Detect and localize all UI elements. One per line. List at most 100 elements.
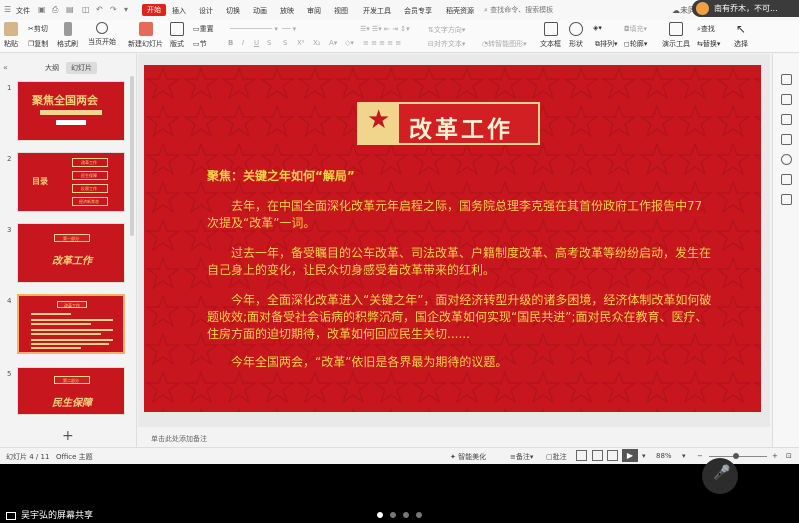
text-direction-button[interactable]: ⇅文字方向▾	[428, 25, 465, 35]
tab-transition[interactable]: 切换	[226, 6, 240, 16]
underline-icon[interactable]: U	[254, 39, 259, 47]
mute-microphone-button[interactable]: 🎤	[702, 458, 738, 494]
fill-button[interactable]: ◈▾	[593, 24, 602, 32]
slide-thumbnail-5[interactable]: 第二部分 民生保障	[17, 367, 125, 415]
comments-toggle[interactable]: ▢批注	[546, 452, 567, 462]
slide-paragraph-4[interactable]: 今年全国两会，“改革”依旧是各界最为期待的议题。	[207, 354, 712, 371]
print-icon[interactable]: ▤	[66, 5, 74, 14]
slide-title-box[interactable]: ★ 改革工作	[357, 102, 540, 145]
zoom-dropdown-icon[interactable]: ▾	[682, 452, 686, 460]
save-icon[interactable]: ▣	[38, 5, 46, 14]
smart-beautify-button[interactable]: ✦ 智能美化	[450, 452, 486, 462]
preview-icon[interactable]: ◫	[82, 5, 90, 14]
animation-tool-icon[interactable]	[781, 134, 792, 145]
export-icon[interactable]: ⎙	[52, 5, 58, 15]
zoom-slider-handle[interactable]	[733, 453, 739, 459]
tab-insert[interactable]: 插入	[172, 6, 186, 16]
align-text-button[interactable]: ⊟对齐文本▾	[428, 39, 465, 49]
slideshow-play-icon[interactable]: ▶	[622, 449, 638, 462]
slideshow-dropdown-icon[interactable]: ▾	[642, 452, 646, 460]
normal-view-icon[interactable]	[576, 450, 587, 461]
tab-slideshow[interactable]: 放映	[280, 6, 294, 16]
strikethrough-icon[interactable]: S	[283, 39, 287, 47]
tab-docer-resources[interactable]: 稻壳资源	[446, 6, 474, 16]
font-size-select[interactable]: ── ▾	[282, 25, 296, 33]
slide-sorter-icon[interactable]	[592, 450, 603, 461]
replace-button[interactable]: ⇆替换▾	[697, 39, 720, 49]
menu-file[interactable]: 文件	[16, 6, 30, 16]
tab-home[interactable]: 开始	[142, 4, 166, 16]
format-painter-button[interactable]: 格式刷	[57, 22, 78, 49]
section-button[interactable]: ▭节	[193, 39, 207, 49]
menu-icon[interactable]: ☰	[4, 5, 11, 14]
paste-button[interactable]: 粘贴	[4, 22, 18, 49]
find-button[interactable]: ⌕查找	[697, 24, 715, 34]
font-name-select[interactable]: ────────── ▾	[230, 25, 278, 33]
undo-icon[interactable]: ↶	[96, 5, 103, 14]
slide-thumbnail-1[interactable]: 聚焦全国两会	[17, 81, 125, 141]
select-button[interactable]: ↖ 选择	[734, 22, 748, 49]
slide-paragraph-1[interactable]: 去年，在中国全面深化改革元年启程之际，国务院总理李克强在其首份政府工作报告中77…	[207, 198, 712, 232]
zoom-value[interactable]: 88%	[656, 452, 672, 460]
share-tool-icon[interactable]	[781, 174, 792, 185]
command-search[interactable]: ⌕ 查找命令、搜索模板	[484, 5, 553, 15]
redo-icon[interactable]: ↷	[110, 5, 117, 14]
zoom-out-icon[interactable]: −	[697, 452, 703, 460]
from-current-button[interactable]: 当页开始	[88, 22, 116, 47]
notes-toggle[interactable]: ≡备注▾	[510, 452, 533, 462]
star-tool-icon[interactable]	[781, 114, 792, 125]
page-dot[interactable]	[377, 512, 383, 518]
paragraph-align-icons[interactable]: ≡ ≡ ≡ ≡ ≡	[363, 39, 401, 47]
user-account-pill[interactable]: 南有乔木，不可...	[692, 0, 799, 17]
page-dot[interactable]	[403, 512, 409, 518]
arrange-button[interactable]: ⧉排列▾	[595, 39, 618, 49]
tab-view[interactable]: 视图	[334, 6, 348, 16]
copy-button[interactable]: ❐复制	[28, 39, 48, 49]
bullets-icon[interactable]: ☰▾ ☰▾ ⇤ ⇥ ↕▾	[360, 25, 410, 33]
outline-button[interactable]: ◻轮廓▾	[624, 39, 647, 49]
reading-view-icon[interactable]	[607, 450, 618, 461]
notes-pane[interactable]: 单击此处添加备注	[138, 430, 770, 446]
current-slide[interactable]: ★ 改革工作 聚焦：关键之年如何“解局” 去年，在中国全面深化改革元年启程之际，…	[144, 65, 761, 412]
quick-access-dropdown-icon[interactable]: ▾	[124, 5, 128, 14]
superscript-icon[interactable]: X²	[297, 39, 305, 47]
shadow-icon[interactable]: S	[267, 39, 271, 47]
slide-paragraph-2[interactable]: 过去一年，备受瞩目的公车改革、司法改革、户籍制度改革、高考改革等纷纷启动，发生在…	[207, 245, 712, 279]
slide-subheading[interactable]: 聚焦：关键之年如何“解局”	[207, 167, 355, 184]
tab-developer[interactable]: 开发工具	[363, 6, 391, 16]
cut-button[interactable]: ✂剪切	[28, 24, 48, 34]
fit-window-icon[interactable]: ⊡	[786, 452, 792, 460]
slide-thumbnail-2[interactable]: 目录 改革工作 民生保障 反腐工作 经济新常态	[17, 152, 125, 212]
property-icon[interactable]	[781, 74, 792, 85]
bold-icon[interactable]: B	[228, 39, 233, 47]
shape-button[interactable]: 形状	[569, 22, 583, 49]
smartart-button[interactable]: ◔转智能图形▾	[482, 39, 527, 49]
tab-outline[interactable]: 大纲	[40, 62, 64, 74]
tab-member[interactable]: 会员专享	[404, 6, 432, 16]
font-color-icon[interactable]: ◇▾	[345, 39, 354, 47]
fill-toggle[interactable]: ◘填充▾	[624, 24, 647, 34]
page-dot[interactable]	[390, 512, 396, 518]
tab-design[interactable]: 设计	[199, 6, 213, 16]
slide-thumbnail-3[interactable]: 第一部分 改革工作	[17, 223, 125, 283]
textbox-button[interactable]: 文本框	[540, 22, 561, 49]
thumbnail-scrollbar[interactable]	[130, 76, 134, 236]
page-dot[interactable]	[416, 512, 422, 518]
italic-icon[interactable]: I	[242, 39, 244, 47]
tab-slides[interactable]: 幻灯片	[66, 62, 97, 74]
cursor-tool-icon[interactable]	[781, 94, 792, 105]
slide-thumbnail-4[interactable]: 改革工作	[17, 294, 125, 354]
presenter-tools-button[interactable]: 演示工具	[662, 22, 690, 49]
tab-animation[interactable]: 动画	[253, 6, 267, 16]
subscript-icon[interactable]: X₂	[313, 39, 321, 47]
more-tool-icon[interactable]	[781, 194, 792, 205]
layout-button[interactable]: 版式	[170, 22, 184, 49]
zoom-in-icon[interactable]: +	[772, 452, 778, 460]
reset-button[interactable]: ▭重置	[193, 24, 214, 34]
help-icon[interactable]	[781, 154, 792, 165]
tab-review[interactable]: 审阅	[307, 6, 321, 16]
highlight-icon[interactable]: A▾	[329, 39, 337, 47]
new-slide-button[interactable]: 新建幻灯片	[128, 22, 163, 49]
add-slide-button[interactable]: +	[62, 428, 74, 444]
slide-paragraph-3[interactable]: 今年，全面深化改革进入“关键之年”，面对经济转型升级的诸多困境，经济体制改革如何…	[207, 292, 712, 343]
